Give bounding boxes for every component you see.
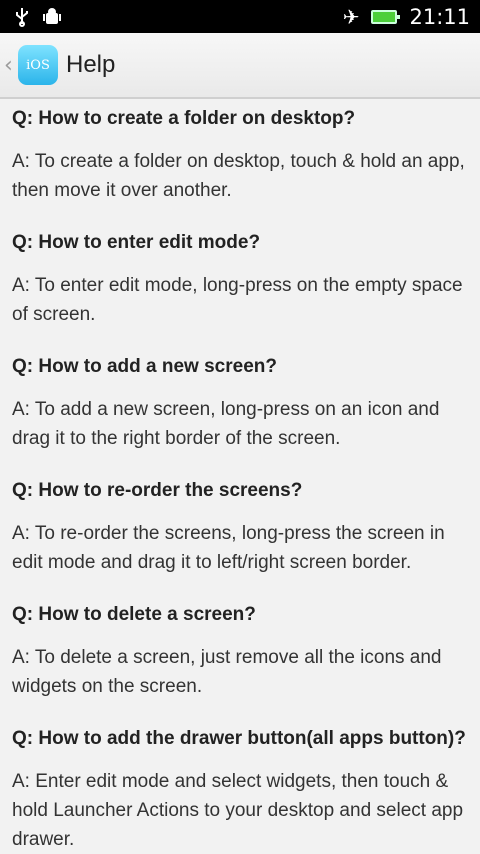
faq-answer: A: Enter edit mode and select widgets, t… <box>12 771 464 850</box>
faq-question: Q: How to create a folder on desktop? <box>12 108 356 129</box>
back-chevron-icon[interactable]: ‹ <box>4 53 16 78</box>
status-right: ✈ 21:11 <box>343 5 470 29</box>
faq-list: Q: How to create a folder on desktop? A:… <box>0 99 480 854</box>
faq-item: Q: How to add the drawer button(all apps… <box>12 727 468 854</box>
usb-icon <box>14 7 30 27</box>
android-debug-icon <box>42 7 62 27</box>
status-left <box>14 7 62 27</box>
battery-icon <box>371 9 401 24</box>
page-title: Help <box>66 51 116 78</box>
faq-answer: A: To enter edit mode, long-press on the… <box>12 275 463 325</box>
faq-question: Q: How to enter edit mode? <box>12 232 261 253</box>
faq-item: Q: How to re-order the screens? A: To re… <box>12 479 468 577</box>
faq-answer: A: To delete a screen, just remove all t… <box>12 647 442 697</box>
faq-question: Q: How to delete a screen? <box>12 604 256 625</box>
faq-answer: A: To re-order the screens, long-press t… <box>12 523 445 573</box>
app-icon-label: iOS <box>26 57 50 73</box>
faq-question: Q: How to add a new screen? <box>12 356 277 377</box>
airplane-icon: ✈ <box>342 4 360 29</box>
faq-question: Q: How to re-order the screens? <box>12 480 303 501</box>
faq-item: Q: How to add a new screen? A: To add a … <box>12 355 468 453</box>
faq-item: Q: How to delete a screen? A: To delete … <box>12 603 468 701</box>
faq-answer: A: To add a new screen, long-press on an… <box>12 399 440 449</box>
app-icon[interactable]: iOS <box>18 45 58 85</box>
faq-answer: A: To create a folder on desktop, touch … <box>12 151 465 201</box>
status-time: 21:11 <box>409 4 470 29</box>
faq-item: Q: How to enter edit mode? A: To enter e… <box>12 231 468 329</box>
faq-item: Q: How to create a folder on desktop? A:… <box>12 107 468 205</box>
faq-question: Q: How to add the drawer button(all apps… <box>12 728 466 749</box>
action-bar: ‹ iOS Help <box>0 33 480 99</box>
status-bar: ✈ 21:11 <box>0 0 480 33</box>
